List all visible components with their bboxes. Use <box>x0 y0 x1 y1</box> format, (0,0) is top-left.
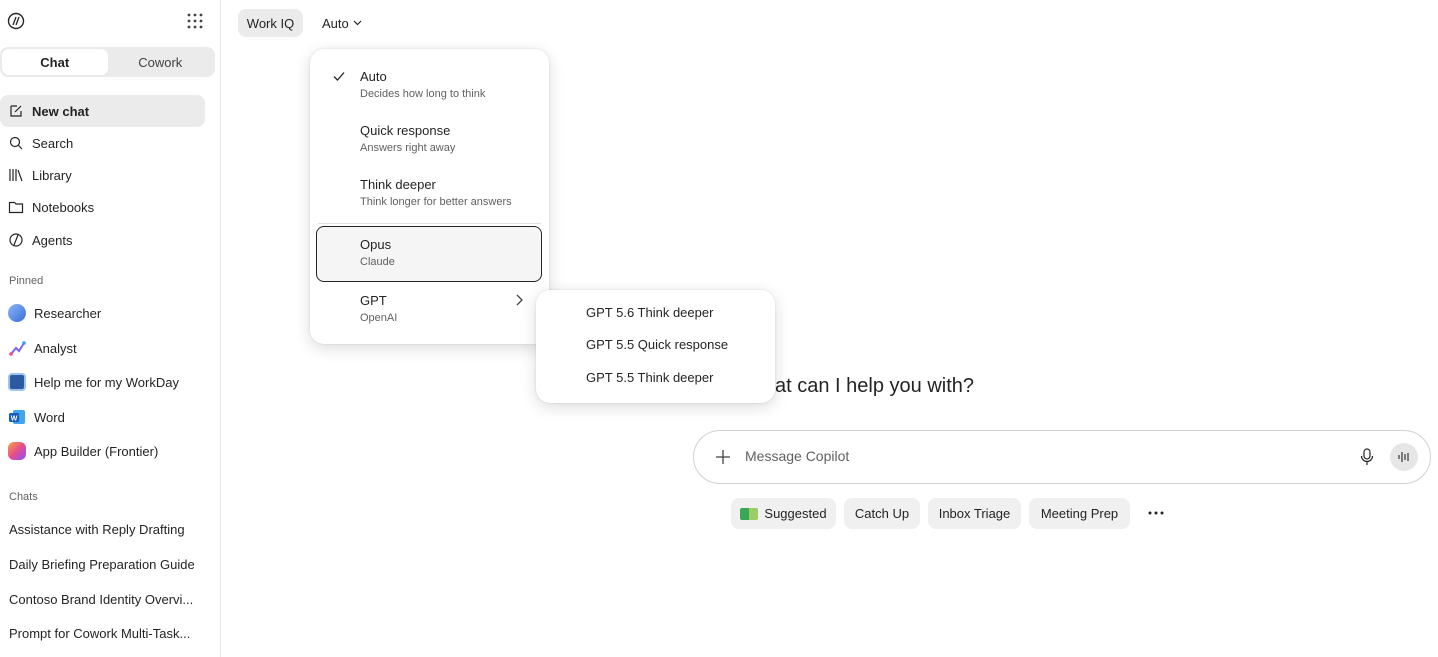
chevron-down-icon <box>353 20 362 26</box>
agents-icon <box>9 233 23 247</box>
model-option-opus[interactable]: Opus Claude <box>316 226 542 282</box>
chat-item[interactable]: Assistance with Reply Drafting <box>9 522 199 537</box>
mode-dropdown-menu: Auto Decides how long to think Quick res… <box>310 49 549 344</box>
suggested-chip[interactable]: Suggested <box>731 498 836 529</box>
option-subtitle: Answers right away <box>360 142 456 154</box>
new-chat-button[interactable]: New chat <box>0 95 205 127</box>
work-iq-toggle[interactable]: Work IQ <box>238 9 303 37</box>
option-title: Opus <box>360 237 392 252</box>
pinned-item-label: Help me for my WorkDay <box>34 374 179 390</box>
submenu-item-gpt-56-think-deeper[interactable]: GPT 5.6 Think deeper <box>586 305 713 320</box>
pinned-item-label: Researcher <box>34 305 102 321</box>
submenu-item-gpt-55-quick-response[interactable]: GPT 5.5 Quick response <box>586 337 728 352</box>
chat-item[interactable]: Contoso Brand Identity Overvi... <box>9 592 199 607</box>
chat-item[interactable]: Prompt for Cowork Multi-Task... <box>9 626 199 641</box>
pinned-item-label: App Builder (Frontier) <box>34 443 159 459</box>
message-composer: Message Copilot <box>693 430 1431 484</box>
word-icon: W <box>9 410 25 424</box>
option-subtitle: Decides how long to think <box>360 88 486 100</box>
option-title: Think deeper <box>360 177 436 192</box>
pinned-heading: Pinned <box>9 275 44 287</box>
menu-divider <box>318 223 541 224</box>
add-attachment-icon[interactable] <box>714 448 732 466</box>
option-subtitle: Think longer for better answers <box>360 196 512 208</box>
pinned-item-label: Word <box>34 409 65 425</box>
catch-up-chip[interactable]: Catch Up <box>844 498 920 529</box>
inbox-triage-chip[interactable]: Inbox Triage <box>928 498 1021 529</box>
svg-text:W: W <box>11 416 18 423</box>
agents-label: Agents <box>32 232 73 248</box>
app-builder-icon <box>8 442 26 460</box>
submenu-item-gpt-55-think-deeper[interactable]: GPT 5.5 Think deeper <box>586 370 713 385</box>
workday-agent-icon <box>8 373 26 391</box>
tab-chat[interactable]: Chat <box>2 49 108 75</box>
option-title: Quick response <box>360 123 451 138</box>
search-button[interactable]: Search <box>0 127 205 159</box>
chat-item[interactable]: Daily Briefing Preparation Guide <box>9 557 199 572</box>
option-subtitle: Claude <box>360 256 395 268</box>
model-option-gpt[interactable]: GPT OpenAI <box>316 287 542 339</box>
search-label: Search <box>32 135 74 151</box>
library-button[interactable]: Library <box>0 159 205 191</box>
message-input[interactable]: Message Copilot <box>745 448 849 464</box>
pinned-item-label: Analyst <box>34 340 77 356</box>
pinned-item-word[interactable]: W Word <box>0 402 205 432</box>
library-icon <box>9 169 23 182</box>
researcher-icon <box>8 304 26 322</box>
notebooks-label: Notebooks <box>32 199 95 215</box>
folder-icon <box>8 201 24 214</box>
pinned-item-analyst[interactable]: Analyst <box>0 333 205 363</box>
option-title: Auto <box>360 69 387 84</box>
notebooks-button[interactable]: Notebooks <box>0 191 205 223</box>
microphone-icon[interactable] <box>1359 448 1375 466</box>
search-icon <box>9 136 23 150</box>
tab-cowork[interactable]: Cowork <box>108 49 214 75</box>
mode-switcher: Chat Cowork <box>0 47 215 77</box>
compose-icon <box>10 105 22 117</box>
mode-label: Auto <box>322 15 349 31</box>
chip-label: Suggested <box>764 506 827 521</box>
mode-option-think-deeper[interactable]: Think deeper Think longer for better ans… <box>316 171 542 223</box>
chevron-right-icon <box>516 294 523 306</box>
pinned-item-app-builder[interactable]: App Builder (Frontier) <box>0 436 205 466</box>
greeting-headline: at can I help you with? <box>775 375 975 397</box>
voice-mode-button[interactable] <box>1390 443 1418 471</box>
more-options-icon[interactable] <box>1145 505 1167 521</box>
library-label: Library <box>32 167 72 183</box>
option-subtitle: OpenAI <box>360 312 398 324</box>
mode-dropdown-button[interactable]: Auto <box>315 9 369 37</box>
agents-button[interactable]: Agents <box>0 224 205 256</box>
pinned-item-researcher[interactable]: Researcher <box>0 298 205 328</box>
option-title: GPT <box>360 293 387 308</box>
suggested-icon <box>740 507 759 520</box>
meeting-prep-chip[interactable]: Meeting Prep <box>1029 498 1130 529</box>
sidebar: Chat Cowork New chat Search Library Note… <box>0 0 221 657</box>
voice-waveform-icon <box>1398 452 1409 462</box>
mode-option-quick-response[interactable]: Quick response Answers right away <box>316 117 542 169</box>
gpt-submenu: GPT 5.6 Think deeper GPT 5.5 Quick respo… <box>536 290 775 403</box>
pinned-item-workday[interactable]: Help me for my WorkDay <box>0 367 205 397</box>
analyst-icon <box>9 341 26 356</box>
app-launcher-icon[interactable] <box>186 12 204 30</box>
new-chat-label: New chat <box>32 103 90 119</box>
copilot-logo-icon[interactable] <box>7 12 25 30</box>
mode-option-auto[interactable]: Auto Decides how long to think <box>316 63 542 115</box>
chats-heading: Chats <box>9 491 38 503</box>
